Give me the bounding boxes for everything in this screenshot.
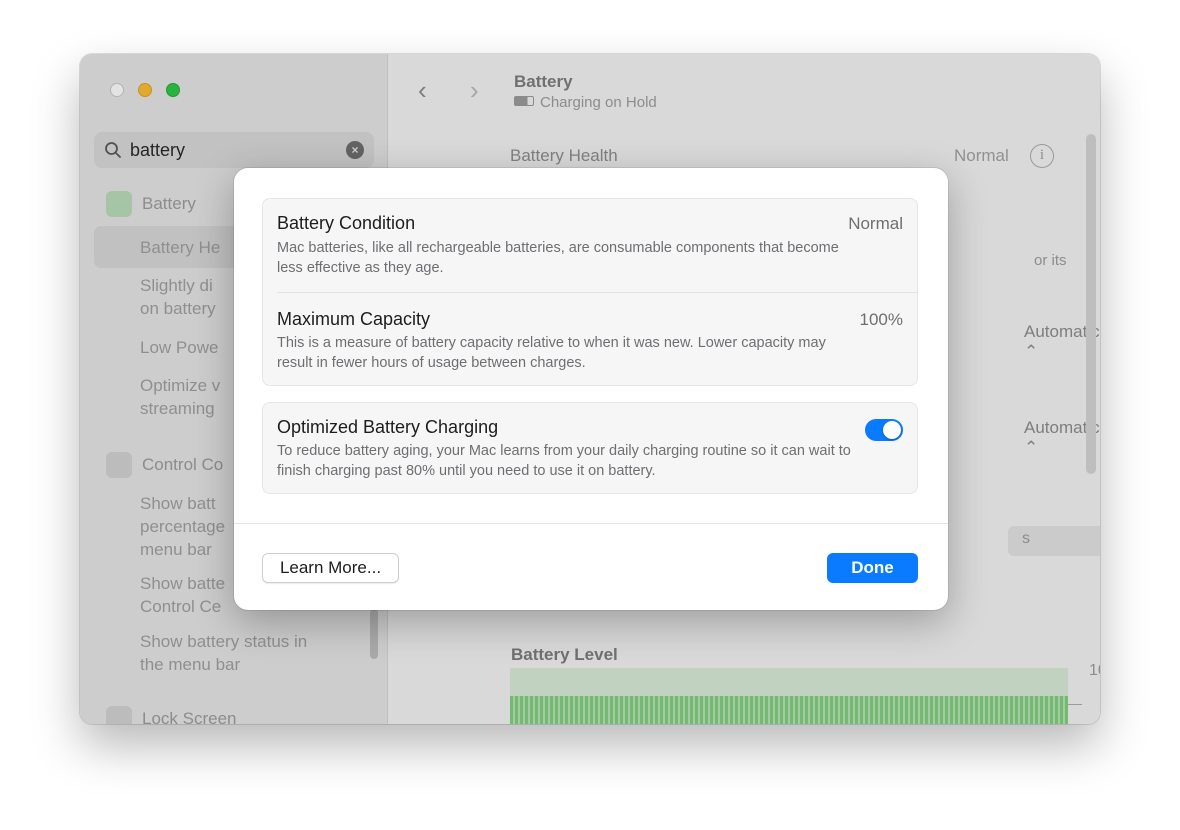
optimized-charging-title: Optimized Battery Charging [277, 417, 499, 437]
battery-condition-title: Battery Condition [277, 213, 416, 233]
optimized-charging-group: Optimized Battery Charging To reduce bat… [262, 402, 918, 494]
group-divider [277, 292, 917, 293]
optimized-charging-description: To reduce battery aging, your Mac learns… [277, 443, 851, 479]
battery-condition-value: Normal [848, 214, 903, 233]
battery-health-dialog: Battery Condition Normal Mac batteries, … [234, 168, 948, 610]
learn-more-button[interactable]: Learn More... [262, 553, 399, 583]
dialog-footer-divider [234, 523, 948, 524]
optimized-charging-toggle[interactable] [865, 419, 903, 441]
maximum-capacity-value: 100% [859, 310, 903, 329]
toggle-knob [883, 421, 901, 439]
done-button[interactable]: Done [827, 553, 918, 583]
maximum-capacity-title: Maximum Capacity [277, 309, 431, 329]
battery-info-group: Battery Condition Normal Mac batteries, … [262, 198, 918, 386]
battery-condition-description: Mac batteries, like all rechargeable bat… [277, 240, 839, 276]
maximum-capacity-description: This is a measure of battery capacity re… [277, 335, 826, 371]
